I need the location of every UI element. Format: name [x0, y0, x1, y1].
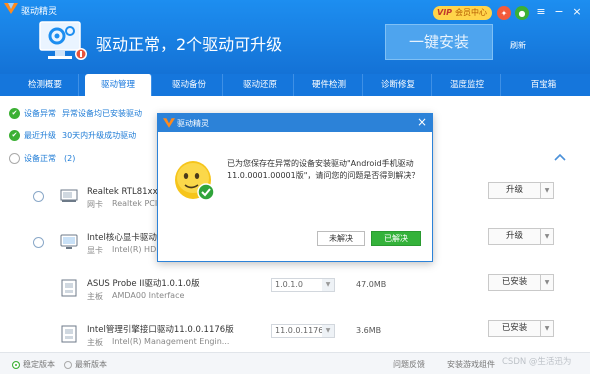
motherboard-icon — [61, 279, 77, 297]
status-normal-count: (2) — [64, 154, 76, 163]
latest-version-label: 最新版本 — [75, 360, 107, 369]
page-headline: 驱动正常，2个驱动可升级 — [96, 35, 283, 54]
installed-button-label: 已安装 — [501, 323, 528, 333]
feedback-dialog: 驱动精灵 × 已为您保存在异常的设备安装驱动"Android手机驱动11.0.0… — [157, 113, 433, 262]
check-icon: ✔ — [9, 108, 20, 119]
network-card-icon — [60, 189, 78, 202]
upgrade-button-label: 升级 — [505, 185, 523, 195]
watermark: CSDN @生活迅为 — [502, 357, 572, 367]
member-center-label: 会员中心 — [455, 8, 488, 17]
stable-version-label: 稳定版本 — [23, 360, 55, 369]
status-normal-label: 设备正常 — [24, 154, 56, 163]
row-select-radio[interactable] — [33, 191, 44, 202]
driver-type: 网卡 — [87, 200, 103, 209]
driver-type: 主板 — [87, 292, 103, 301]
installed-button-label: 已安装 — [501, 277, 528, 287]
radio-icon — [64, 360, 72, 369]
close-icon[interactable]: × — [417, 115, 427, 129]
driver-name: ASUS Probe II驱动1.0.1.0版 — [87, 279, 200, 289]
driver-type: 主板 — [87, 338, 103, 347]
menu-icon[interactable]: ≡ — [534, 5, 548, 19]
close-icon[interactable]: × — [570, 5, 584, 19]
tab-diagnose-repair[interactable]: 诊断修复 — [365, 74, 432, 96]
chevron-down-icon[interactable]: ▼ — [540, 183, 553, 198]
smiley-check-icon — [175, 161, 215, 201]
check-icon: ✔ — [9, 130, 20, 141]
chevron-down-icon[interactable]: ▼ — [540, 275, 553, 290]
driver-name: Intel管理引擎接口驱动11.0.0.1176版 — [87, 325, 234, 335]
upgrade-button[interactable]: 升级 ▼ — [488, 182, 554, 199]
version-select[interactable]: 1.0.1.0 ▼ — [271, 278, 335, 292]
game-component-link[interactable]: 安装游戏组件 — [447, 359, 495, 370]
main-tabs: 检测概要 驱动管理 驱动备份 驱动还原 硬件检测 诊断修复 温度监控 百宝箱 — [0, 74, 590, 96]
display-card-icon — [60, 234, 78, 249]
vip-icon: VIP — [437, 8, 453, 17]
version-value: 1.0.1.0 — [275, 280, 303, 289]
upgrade-button-label: 升级 — [505, 231, 523, 241]
gift-icon[interactable]: ✦ — [497, 6, 511, 20]
driver-device: Intel(R) Management Engin... — [112, 337, 230, 346]
dialog-message: 已为您保存在异常的设备安装驱动"Android手机驱动11.0.0001.000… — [227, 159, 420, 180]
driver-size: 47.0MB — [356, 280, 387, 289]
monitor-gear-icon — [39, 21, 87, 60]
refresh-link[interactable]: 刷新 — [510, 40, 526, 51]
app-logo-icon — [4, 3, 18, 14]
tab-toolbox[interactable]: 百宝箱 — [510, 74, 577, 96]
driver-size: 3.6MB — [356, 326, 382, 335]
tab-overview[interactable]: 检测概要 — [12, 74, 79, 96]
tab-driver-restore[interactable]: 驱动还原 — [227, 74, 294, 96]
upgrade-button[interactable]: 升级 ▼ — [488, 228, 554, 245]
collapse-radio[interactable] — [9, 153, 20, 164]
version-select[interactable]: 11.0.0.1176 ▼ — [271, 324, 335, 338]
not-solved-button[interactable]: 未解决 — [317, 231, 365, 246]
radio-selected-icon — [12, 360, 20, 369]
chat-icon[interactable]: ● — [515, 6, 529, 20]
driver-device: Realtek PCIe — [112, 199, 163, 208]
status-abnormal-label: 设备异常 — [24, 109, 56, 118]
version-value: 11.0.0.1176 — [275, 326, 324, 335]
tab-hardware-detect[interactable]: 硬件检测 — [296, 74, 363, 96]
chevron-down-icon[interactable]: ▼ — [540, 321, 553, 336]
chevron-down-icon: ▼ — [322, 279, 334, 291]
latest-version-radio[interactable]: 最新版本 — [64, 359, 107, 370]
tab-temperature[interactable]: 温度监控 — [434, 74, 501, 96]
stable-version-radio[interactable]: 稳定版本 — [12, 359, 55, 370]
dialog-titlebar: 驱动精灵 × — [158, 114, 432, 132]
driver-row: ASUS Probe II驱动1.0.1.0版 主板 AMDA00 Interf… — [0, 272, 590, 324]
installed-button[interactable]: 已安装 ▼ — [488, 320, 554, 337]
status-normal[interactable]: 设备正常 (2) — [9, 153, 75, 164]
status-upgrade: ✔ 最近升级 30天内升级成功驱动 — [9, 130, 136, 141]
app-title: 驱动精灵 — [21, 7, 58, 17]
tab-driver-backup[interactable]: 驱动备份 — [156, 74, 223, 96]
one-key-install-button[interactable]: 一键安装 — [385, 24, 493, 60]
row-select-radio[interactable] — [33, 237, 44, 248]
status-abnormal-text[interactable]: 异常设备均已安装驱动 — [62, 108, 142, 119]
minimize-icon[interactable]: − — [552, 5, 566, 19]
app-header: 驱动精灵 VIP 会员中心 ✦ ● ≡ − × 驱动正常，2个驱动可升级 一键安… — [0, 0, 590, 74]
status-abnormal: ✔ 设备异常 异常设备均已安装驱动 — [9, 108, 142, 119]
solved-button[interactable]: 已解决 — [371, 231, 421, 246]
app-logo-icon — [163, 118, 175, 128]
driver-type: 显卡 — [87, 246, 103, 255]
chevron-down-icon: ▼ — [322, 325, 334, 337]
driver-name: Realtek RTL81xx系 — [87, 187, 167, 197]
chevron-down-icon[interactable]: ▼ — [540, 229, 553, 244]
status-upgrade-label: 最近升级 — [24, 131, 56, 140]
tab-driver-management[interactable]: 驱动管理 — [85, 74, 152, 96]
member-center-button[interactable]: VIP 会员中心 — [433, 6, 493, 20]
feedback-link[interactable]: 问题反馈 — [393, 359, 425, 370]
status-upgrade-text[interactable]: 30天内升级成功驱动 — [62, 130, 136, 141]
driver-name: Intel核心显卡驱动20 — [87, 233, 168, 243]
dialog-title: 驱动精灵 — [177, 119, 209, 128]
installed-button[interactable]: 已安装 ▼ — [488, 274, 554, 291]
chevron-up-icon[interactable] — [554, 152, 566, 162]
motherboard-icon — [61, 325, 77, 343]
driver-device: AMDA00 Interface — [112, 291, 185, 300]
